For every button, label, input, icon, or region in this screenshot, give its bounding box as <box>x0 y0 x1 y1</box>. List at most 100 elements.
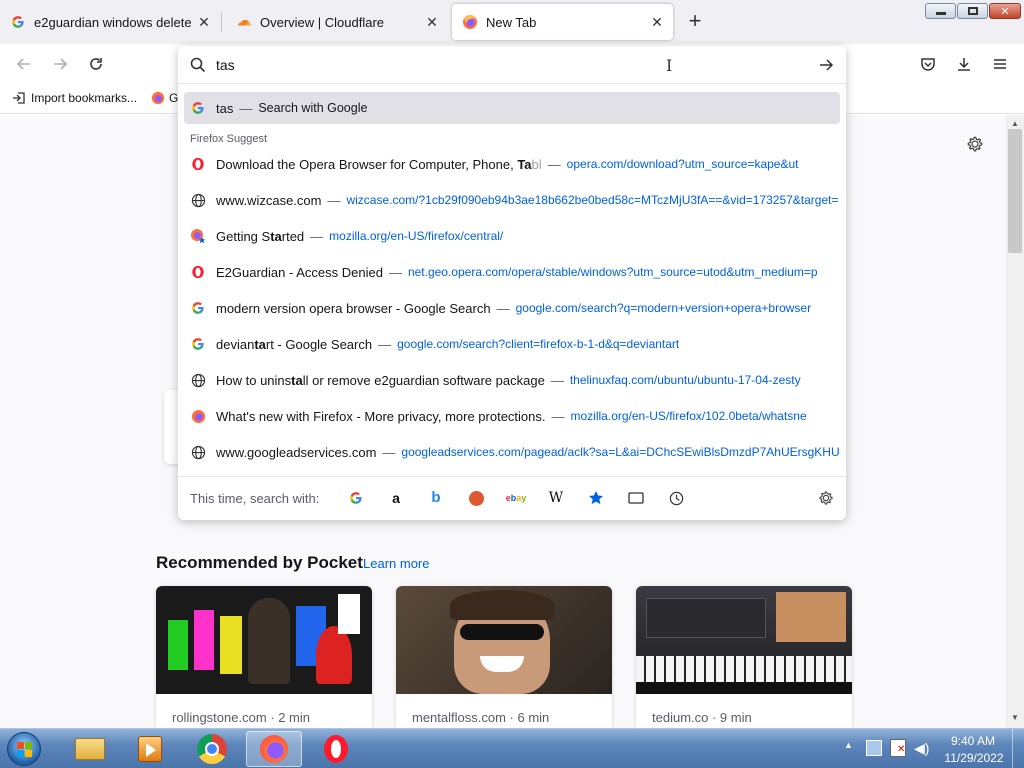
urlbar-input[interactable] <box>216 54 776 76</box>
suggestion-row[interactable]: www.wizcase.com — wizcase.com/?1cb29f090… <box>184 184 840 216</box>
firefox-icon <box>190 408 206 424</box>
show-desktop-button[interactable] <box>1012 729 1024 768</box>
opera-icon <box>190 264 206 280</box>
settings-gear-button[interactable] <box>966 135 986 155</box>
engine-duckduckgo-button[interactable] <box>466 488 486 508</box>
pocket-card-source: rollingstone.com · 2 min <box>172 710 310 725</box>
suggestion-row[interactable]: modern version opera browser - Google Se… <box>184 292 840 324</box>
suggestion-url: mozilla.org/en-US/firefox/central/ <box>329 229 504 243</box>
tab-strip: e2guardian windows delete files ✕ Overvi… <box>0 0 1024 44</box>
clock-date[interactable]: 11/29/2022 <box>942 751 1006 765</box>
new-tab-button[interactable]: + <box>684 10 706 33</box>
history-search-button[interactable] <box>666 488 686 508</box>
bookmark-item[interactable]: G <box>151 91 178 105</box>
suggestion-row[interactable]: E2Guardian - Access Denied — net.geo.ope… <box>184 256 840 288</box>
taskbar-explorer[interactable] <box>62 731 118 767</box>
maximize-button[interactable] <box>957 3 988 19</box>
search-suggestion-row[interactable]: tas — Search with Google <box>184 92 840 124</box>
tab-title: e2guardian windows delete files <box>34 14 194 30</box>
suggestion-row[interactable]: www.googleadservices.com — googleadservi… <box>184 436 840 468</box>
suggestion-title: modern version opera browser - Google Se… <box>216 300 491 316</box>
tab-new-tab[interactable]: New Tab ✕ <box>452 4 673 40</box>
pocket-card-image <box>396 586 612 694</box>
text-cursor-icon: I <box>666 56 673 75</box>
folder-icon <box>75 738 105 760</box>
pocket-card-source: tedium.co · 9 min <box>652 710 752 725</box>
urlbar-input-row: I <box>178 46 846 84</box>
row-separator: — <box>239 100 253 116</box>
gear-icon <box>967 136 983 152</box>
menu-button[interactable] <box>990 54 1010 74</box>
close-tab-icon[interactable]: ✕ <box>194 12 214 32</box>
media-player-icon <box>138 736 162 762</box>
pocket-card[interactable]: mentalfloss.com · 6 min <box>396 586 612 731</box>
suggestion-row[interactable]: Getting Started — mozilla.org/en-US/fire… <box>184 220 840 252</box>
suggestion-row[interactable]: Download the Opera Browser for Computer,… <box>184 148 840 180</box>
tabs-search-button[interactable] <box>626 488 646 508</box>
opera-icon <box>324 735 348 763</box>
downloads-button[interactable] <box>954 54 974 74</box>
firefox-suggest-label: Firefox Suggest <box>190 133 268 145</box>
clock-time[interactable]: 9:40 AM <box>950 734 996 748</box>
pocket-icon <box>921 58 935 71</box>
pocket-button[interactable] <box>918 54 938 74</box>
minimize-button[interactable] <box>925 3 956 19</box>
search-query-text: tas <box>216 100 234 116</box>
suggestion-url: opera.com/download?utm_source=kape&ut <box>566 157 799 171</box>
firefox-icon <box>462 14 478 30</box>
globe-icon <box>190 192 206 208</box>
tab-cloudflare[interactable]: Overview | Cloudflare ✕ <box>226 4 448 40</box>
row-separator: — <box>496 300 510 316</box>
start-button[interactable] <box>4 730 44 768</box>
engine-wikipedia-button[interactable]: W <box>546 488 566 508</box>
scroll-down-arrow-icon[interactable]: ▼ <box>1011 713 1019 722</box>
back-button[interactable] <box>14 54 34 74</box>
pocket-card[interactable]: rollingstone.com · 2 min <box>156 586 372 731</box>
import-bookmarks-button[interactable]: Import bookmarks... <box>12 91 137 105</box>
taskbar-media-player[interactable] <box>122 731 178 767</box>
suggestion-match: ta <box>291 372 303 388</box>
bookmarks-search-button[interactable] <box>586 488 606 508</box>
row-separator: — <box>378 336 392 352</box>
windows-taskbar: ▲ ✕ ◀) 9:40 AM 11/29/2022 <box>0 728 1024 768</box>
suggestion-title: www.wizcase.com <box>216 192 322 208</box>
tab-e2guardian[interactable]: e2guardian windows delete files ✕ <box>0 4 220 40</box>
close-tab-icon[interactable]: ✕ <box>647 12 667 32</box>
firefox-icon <box>260 735 288 763</box>
engine-bing-button[interactable]: b <box>426 488 446 508</box>
search-action-text: Search with Google <box>258 101 368 115</box>
taskbar-chrome[interactable] <box>184 731 240 767</box>
clock-icon <box>669 491 683 505</box>
ebay-icon: ebay <box>505 493 527 503</box>
engine-google-button[interactable] <box>346 488 366 508</box>
row-separator: — <box>310 228 324 244</box>
scrollbar-thumb[interactable] <box>1008 129 1022 253</box>
show-hidden-icons-button[interactable]: ▲ <box>844 740 853 750</box>
import-icon <box>13 92 25 104</box>
go-arrow-button[interactable] <box>818 57 834 78</box>
suggestion-row[interactable]: How to uninstall or remove e2guardian so… <box>184 364 840 396</box>
row-separator: — <box>327 192 341 208</box>
suggestion-row[interactable]: What's new with Firefox - More privacy, … <box>184 400 840 432</box>
close-tab-icon[interactable]: ✕ <box>422 12 442 32</box>
search-settings-button[interactable] <box>816 488 836 508</box>
taskbar-firefox[interactable] <box>246 731 302 767</box>
suggestion-row[interactable]: deviantart - Google Search — google.com/… <box>184 328 840 360</box>
taskbar-opera[interactable] <box>308 731 364 767</box>
reload-button[interactable] <box>86 54 106 74</box>
close-window-button[interactable]: ✕ <box>989 3 1021 19</box>
engine-ebay-button[interactable]: ebay <box>505 488 527 508</box>
google-icon <box>350 492 362 504</box>
suggestion-title-rest: rted <box>281 228 305 244</box>
engine-amazon-button[interactable]: a <box>386 488 406 508</box>
page-scrollbar[interactable]: ▲ ▼ <box>1006 115 1024 728</box>
action-center-icon[interactable]: ✕ <box>890 739 906 757</box>
suggestion-title-rest: ll or remove e2guardian software package <box>302 372 545 388</box>
learn-more-link[interactable]: Learn more <box>363 556 429 571</box>
volume-icon[interactable]: ◀) <box>914 740 929 757</box>
pocket-card[interactable]: tedium.co · 9 min <box>636 586 852 731</box>
windows-logo-icon <box>7 732 41 766</box>
scroll-up-arrow-icon[interactable]: ▲ <box>1011 119 1019 128</box>
forward-button[interactable] <box>50 54 70 74</box>
network-icon[interactable] <box>866 740 882 756</box>
